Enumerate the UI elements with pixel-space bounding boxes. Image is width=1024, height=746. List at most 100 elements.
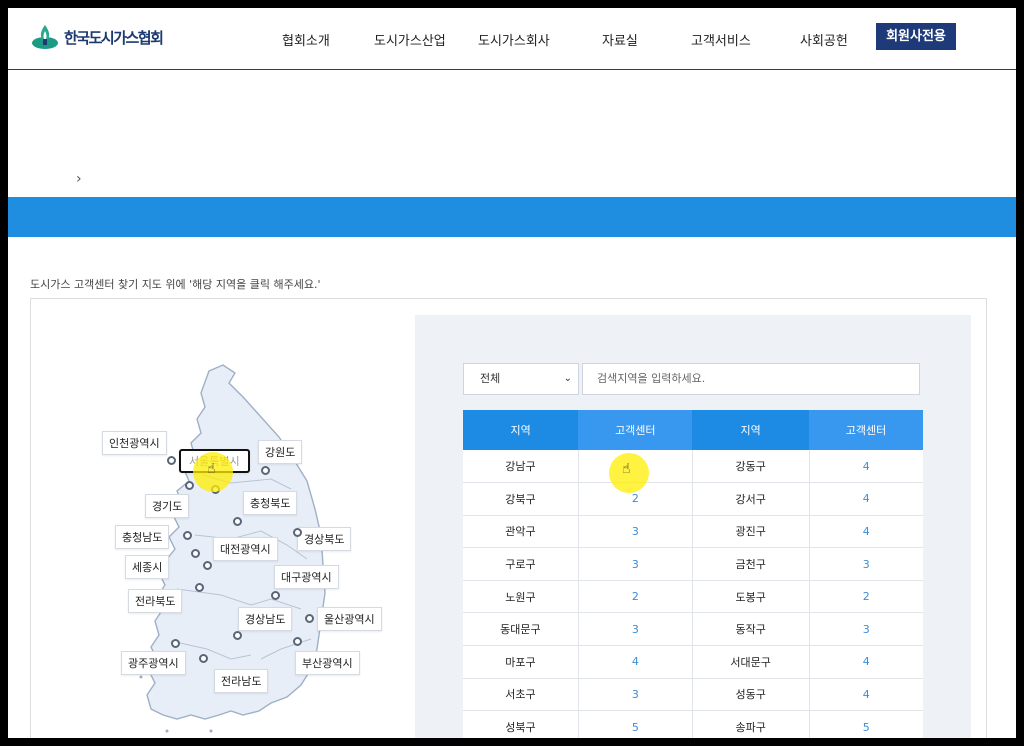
- region-dot-gangwon[interactable]: [261, 466, 270, 475]
- region-dot-gyeongnam[interactable]: [233, 631, 242, 640]
- nav-item-companies[interactable]: 도시가스회사: [478, 30, 550, 49]
- center-count-cell[interactable]: 3: [578, 515, 693, 549]
- center-count-cell[interactable]: 5: [578, 710, 693, 738]
- region-cell: 동대문구: [463, 612, 579, 647]
- nav-item-customer-service[interactable]: 고객서비스: [691, 30, 751, 49]
- header-region-1: 지역: [463, 410, 579, 450]
- region-dot-daegu[interactable]: [271, 591, 280, 600]
- customer-center-panel: 인천광역시 서울특별시 강원도 경기도 충청북도 충청남도 경상북도 대전광역시…: [30, 298, 987, 738]
- site-header: 한국도시가스협회 협회소개 도시가스산업 도시가스회사 자료실 고객서비스 사회…: [8, 8, 1016, 70]
- nav-item-archive[interactable]: 자료실: [602, 30, 638, 49]
- center-count-cell[interactable]: 5: [809, 710, 923, 738]
- table-row: 서초구 3 성동구 4: [463, 678, 923, 712]
- center-count-cell[interactable]: 4: [809, 482, 923, 516]
- header-center-1: 고객센터: [578, 410, 693, 450]
- region-dot-jeonnam[interactable]: [199, 654, 208, 663]
- table-row: 강북구 2 강서구 4: [463, 482, 923, 516]
- search-results-area: 전체 ⌄ 검색지역을 입력하세요. 지역 고객센터 지역 고객센터 강남구 강동…: [415, 315, 971, 738]
- region-label-gangwon[interactable]: 강원도: [258, 440, 303, 464]
- center-count-cell[interactable]: 3: [809, 547, 923, 581]
- table-row: 구로구 3 금천구 3: [463, 547, 923, 581]
- table-row: 마포구 4 서대문구 4: [463, 645, 923, 679]
- region-select-value: 전체: [480, 372, 501, 385]
- chevron-down-icon: ⌄: [563, 373, 572, 384]
- center-count-cell[interactable]: 2: [809, 580, 923, 614]
- flame-logo-icon: [32, 25, 58, 49]
- region-label-chungbuk[interactable]: 충청북도: [243, 491, 298, 515]
- center-count-cell[interactable]: 3: [578, 612, 693, 647]
- region-label-incheon[interactable]: 인천광역시: [102, 431, 167, 455]
- region-cell: 동작구: [692, 612, 810, 647]
- region-cell: 강동구: [692, 450, 810, 484]
- region-dot-seoul[interactable]: [185, 481, 194, 490]
- center-count-cell[interactable]: 4: [809, 450, 923, 484]
- center-count-cell[interactable]: 2: [578, 580, 693, 614]
- nav-item-about[interactable]: 협회소개: [282, 30, 330, 49]
- table-row: 강남구 강동구 4: [463, 450, 923, 484]
- region-label-chungnam[interactable]: 충청남도: [115, 525, 170, 549]
- region-label-jeonbuk[interactable]: 전라북도: [128, 589, 183, 613]
- site-logo[interactable]: 한국도시가스협회: [30, 22, 164, 52]
- region-dot-gwangju[interactable]: [171, 639, 180, 648]
- region-dot-chungbuk[interactable]: [233, 517, 242, 526]
- region-label-gyeongnam[interactable]: 경상남도: [238, 607, 293, 631]
- region-cell: 노원구: [463, 580, 579, 614]
- member-only-button[interactable]: 회원사전용: [876, 23, 956, 50]
- region-dot-gyeongbuk[interactable]: [293, 528, 302, 537]
- region-label-ulsan[interactable]: 울산광역시: [317, 607, 382, 631]
- korea-map: 인천광역시 서울특별시 강원도 경기도 충청북도 충청남도 경상북도 대전광역시…: [102, 359, 411, 738]
- table-row: 성북구 5 송파구 5: [463, 710, 923, 738]
- region-label-sejong[interactable]: 세종시: [125, 555, 170, 579]
- region-label-gyeonggi[interactable]: 경기도: [145, 494, 190, 518]
- region-dot-jeonbuk[interactable]: [195, 583, 204, 592]
- region-dot-ulsan[interactable]: [305, 614, 314, 623]
- guide-text: 도시가스 고객센터 찾기 지도 위에 '해당 지역을 클릭 해주세요.': [30, 278, 321, 291]
- region-cell: 도봉구: [692, 580, 810, 614]
- region-cell: 서대문구: [692, 645, 810, 679]
- region-label-gyeongbuk[interactable]: 경상북도: [297, 527, 352, 551]
- region-label-jeonnam[interactable]: 전라남도: [214, 669, 269, 693]
- region-cell: 광진구: [692, 515, 810, 549]
- table-header-row: 지역 고객센터 지역 고객센터: [463, 410, 923, 450]
- region-dot-chungnam[interactable]: [183, 531, 192, 540]
- region-cell: 구로구: [463, 547, 579, 581]
- center-count-cell[interactable]: 4: [809, 515, 923, 549]
- center-count-cell[interactable]: 4: [809, 645, 923, 679]
- region-cell: 강서구: [692, 482, 810, 516]
- region-dot-incheon[interactable]: [167, 456, 176, 465]
- header-center-2: 고객센터: [809, 410, 923, 450]
- region-dot-daejeon[interactable]: [203, 561, 212, 570]
- center-count-cell[interactable]: 3: [578, 547, 693, 581]
- table-row: 노원구 2 도봉구 2: [463, 580, 923, 614]
- region-search-input[interactable]: 검색지역을 입력하세요.: [582, 363, 920, 395]
- breadcrumb[interactable]: ›: [76, 171, 82, 187]
- header-region-2: 지역: [692, 410, 810, 450]
- region-cell: 관악구: [463, 515, 579, 549]
- region-cell: 강북구: [463, 482, 579, 516]
- browser-page: 한국도시가스협회 협회소개 도시가스산업 도시가스회사 자료실 고객서비스 사회…: [8, 8, 1016, 738]
- hand-cursor-icon: ☝: [207, 461, 216, 477]
- region-label-busan[interactable]: 부산광역시: [295, 651, 360, 675]
- page-title-bar: [8, 197, 1016, 237]
- region-dot-sejong[interactable]: [191, 549, 200, 558]
- region-cell: 금천구: [692, 547, 810, 581]
- center-count-cell[interactable]: 3: [809, 612, 923, 647]
- region-cell: 송파구: [692, 710, 810, 738]
- center-count-cell[interactable]: 3: [578, 678, 693, 712]
- nav-item-social[interactable]: 사회공헌: [800, 30, 848, 49]
- region-label-gwangju[interactable]: 광주광역시: [121, 651, 186, 675]
- center-count-cell[interactable]: 4: [578, 645, 693, 679]
- table-row: 관악구 3 광진구 4: [463, 515, 923, 549]
- nav-item-industry[interactable]: 도시가스산업: [374, 30, 446, 49]
- center-count-cell[interactable]: 4: [809, 678, 923, 712]
- region-cell: 성북구: [463, 710, 579, 738]
- region-label-daegu[interactable]: 대구광역시: [274, 565, 339, 589]
- region-cell: 마포구: [463, 645, 579, 679]
- region-label-daejeon[interactable]: 대전광역시: [213, 537, 278, 561]
- region-cell: 강남구: [463, 450, 579, 484]
- logo-text: 한국도시가스협회: [64, 28, 164, 47]
- customer-center-table: 지역 고객센터 지역 고객센터 강남구 강동구 4 강북구 2 강서구 4 관악…: [463, 410, 923, 738]
- hand-cursor-icon: ☝: [622, 461, 631, 477]
- region-select[interactable]: 전체 ⌄: [463, 363, 579, 395]
- region-dot-busan[interactable]: [293, 637, 302, 646]
